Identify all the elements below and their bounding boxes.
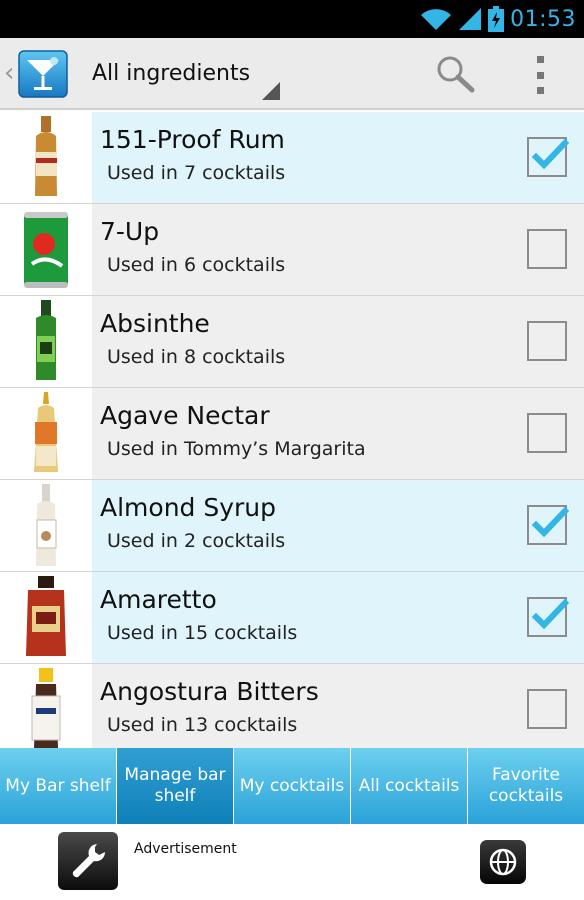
globe-icon[interactable] xyxy=(480,840,526,884)
ingredient-list: 151-Proof Rum Used in 7 cocktails 7-Up U… xyxy=(0,112,584,748)
ingredient-name: 151-Proof Rum xyxy=(100,125,285,154)
tab-my-cocktails[interactable]: My cocktails xyxy=(234,748,351,824)
search-button[interactable] xyxy=(434,54,476,94)
ingredient-usage: Used in 13 cocktails xyxy=(107,714,298,736)
status-time: 01:53 xyxy=(510,6,576,32)
tab-manage-bar-shelf[interactable]: Manage bar shelf xyxy=(117,748,234,824)
ingredient-usage: Used in 8 cocktails xyxy=(107,346,286,368)
wrench-icon[interactable] xyxy=(58,832,118,890)
checkmark-icon xyxy=(531,506,569,538)
agave-nectar-bottle-image xyxy=(0,388,92,479)
ingredient-checkbox[interactable] xyxy=(527,689,567,729)
ingredient-checkbox-checked[interactable] xyxy=(527,597,569,637)
ingredient-usage: Used in 2 cocktails xyxy=(107,530,286,552)
ingredient-row[interactable]: Amaretto Used in 15 cocktails xyxy=(0,572,584,664)
tab-all-cocktails[interactable]: All cocktails xyxy=(351,748,468,824)
absinthe-bottle-image xyxy=(0,296,92,387)
ingredient-usage: Used in 15 cocktails xyxy=(107,622,298,644)
ingredient-usage: Used in 7 cocktails xyxy=(107,162,286,184)
spinner-corner-icon xyxy=(262,82,280,100)
ingredient-name: Absinthe xyxy=(100,309,210,338)
checkmark-icon xyxy=(531,598,569,630)
wifi-icon xyxy=(421,9,452,31)
ingredient-usage: Used in Tommy’s Margarita xyxy=(107,438,366,460)
action-bar: ‹ All ingredients xyxy=(0,38,584,110)
ingredient-row[interactable]: 7-Up Used in 6 cocktails xyxy=(0,204,584,296)
ingredient-checkbox[interactable] xyxy=(527,413,567,453)
ingredient-name: Agave Nectar xyxy=(100,401,270,430)
angostura-bottle-image xyxy=(0,664,92,748)
status-bar: 01:53 xyxy=(0,0,584,38)
rum-bottle-image xyxy=(0,112,92,203)
ingredient-checkbox-checked[interactable] xyxy=(527,137,569,177)
battery-icon xyxy=(488,6,505,32)
checkmark-icon xyxy=(531,138,569,170)
soda-can-image xyxy=(0,204,92,295)
ingredient-name: 7-Up xyxy=(100,217,160,246)
ingredient-name: Amaretto xyxy=(100,585,217,614)
ingredient-row[interactable]: Agave Nectar Used in Tommy’s Margarita xyxy=(0,388,584,480)
filter-label: All ingredients xyxy=(92,61,251,86)
ingredient-filter-spinner[interactable]: All ingredients xyxy=(84,38,284,110)
ingredient-checkbox-checked[interactable] xyxy=(527,505,569,545)
tab-my-bar-shelf[interactable]: My Bar shelf xyxy=(0,748,117,824)
up-caret-icon[interactable]: ‹ xyxy=(4,58,14,88)
search-icon xyxy=(437,56,475,93)
ingredient-checkbox[interactable] xyxy=(527,229,567,269)
ingredient-usage: Used in 6 cocktails xyxy=(107,254,286,276)
ingredient-name: Angostura Bitters xyxy=(100,677,319,706)
ingredient-row[interactable]: Almond Syrup Used in 2 cocktails xyxy=(0,480,584,572)
ingredient-row[interactable]: Angostura Bitters Used in 13 cocktails xyxy=(0,664,584,748)
ad-label: Advertisement xyxy=(134,841,237,857)
ad-banner[interactable]: Advertisement xyxy=(0,824,584,900)
ingredient-name: Almond Syrup xyxy=(100,493,277,522)
almond-syrup-bottle-image xyxy=(0,480,92,571)
signal-icon xyxy=(459,8,482,30)
amaretto-bottle-image xyxy=(0,572,92,663)
ingredient-row[interactable]: Absinthe Used in 8 cocktails xyxy=(0,296,584,388)
bottom-tab-bar: My Bar shelf Manage bar shelf My cocktai… xyxy=(0,748,584,824)
overflow-menu-icon[interactable] xyxy=(528,56,552,94)
ingredient-checkbox[interactable] xyxy=(527,321,567,361)
cocktail-glass-icon[interactable] xyxy=(18,50,68,98)
tab-favorite-cocktails[interactable]: Favorite cocktails xyxy=(468,748,584,824)
ingredient-row[interactable]: 151-Proof Rum Used in 7 cocktails xyxy=(0,112,584,204)
